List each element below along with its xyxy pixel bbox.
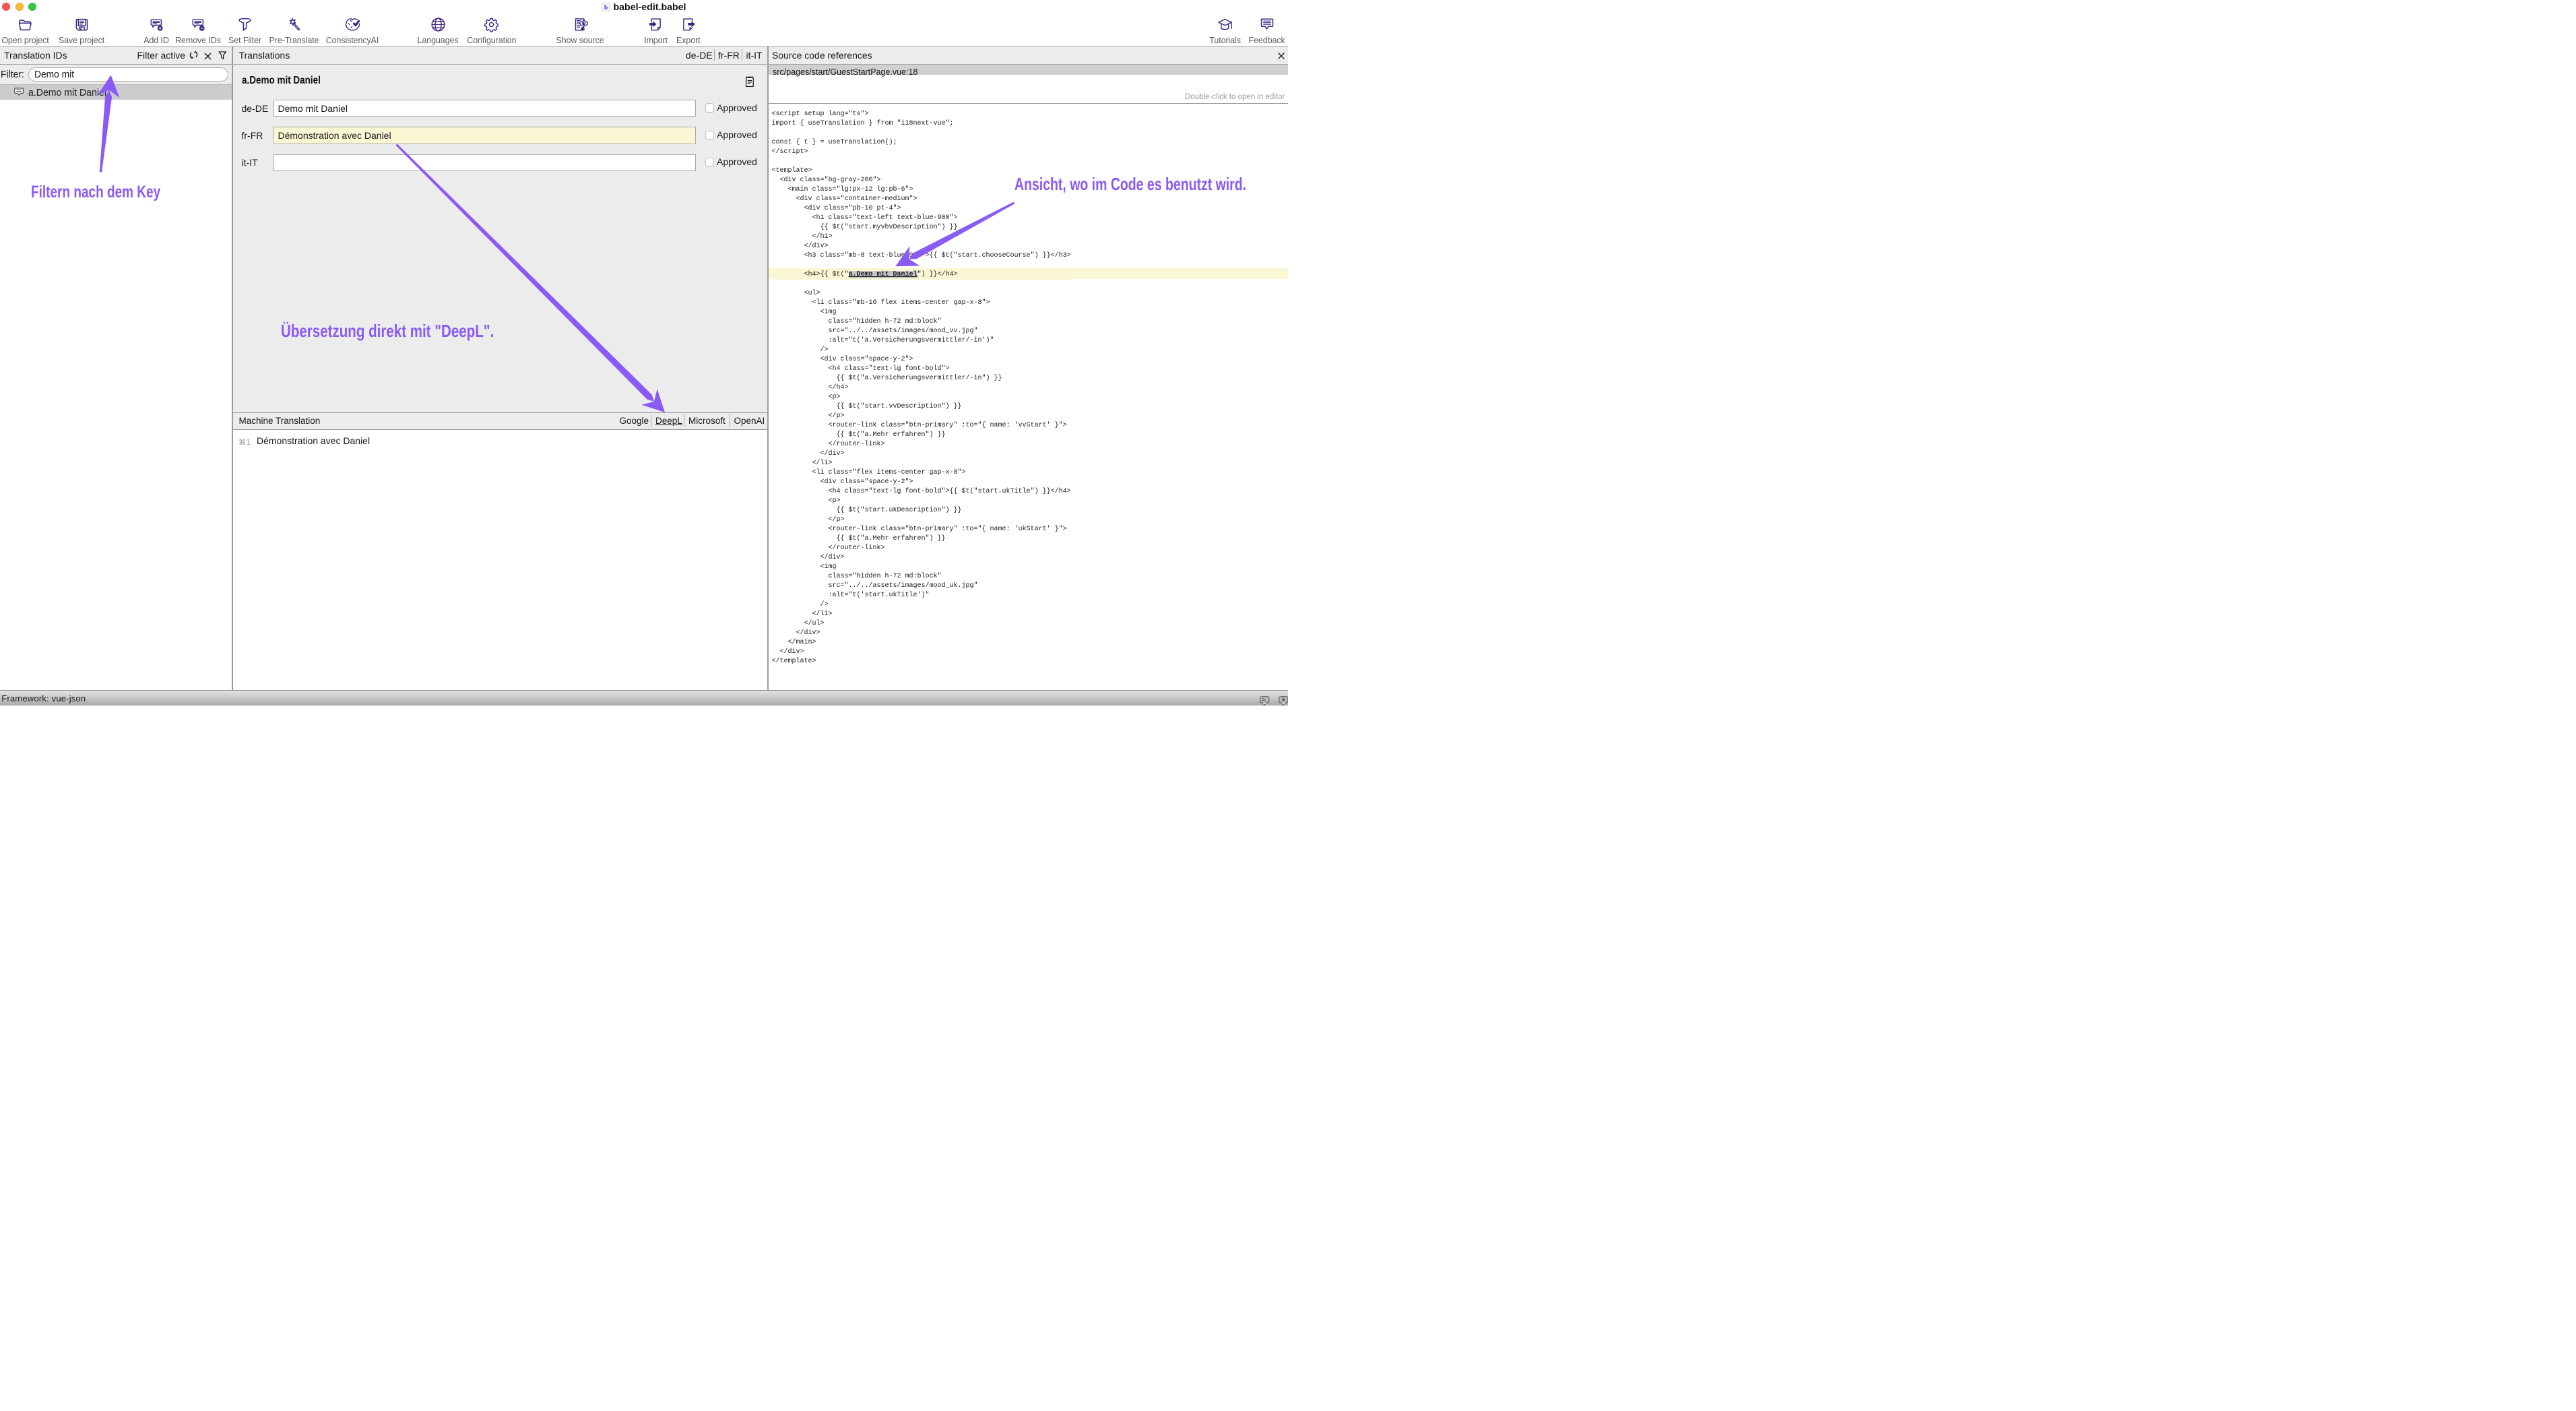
svg-text:b: b bbox=[604, 4, 608, 11]
